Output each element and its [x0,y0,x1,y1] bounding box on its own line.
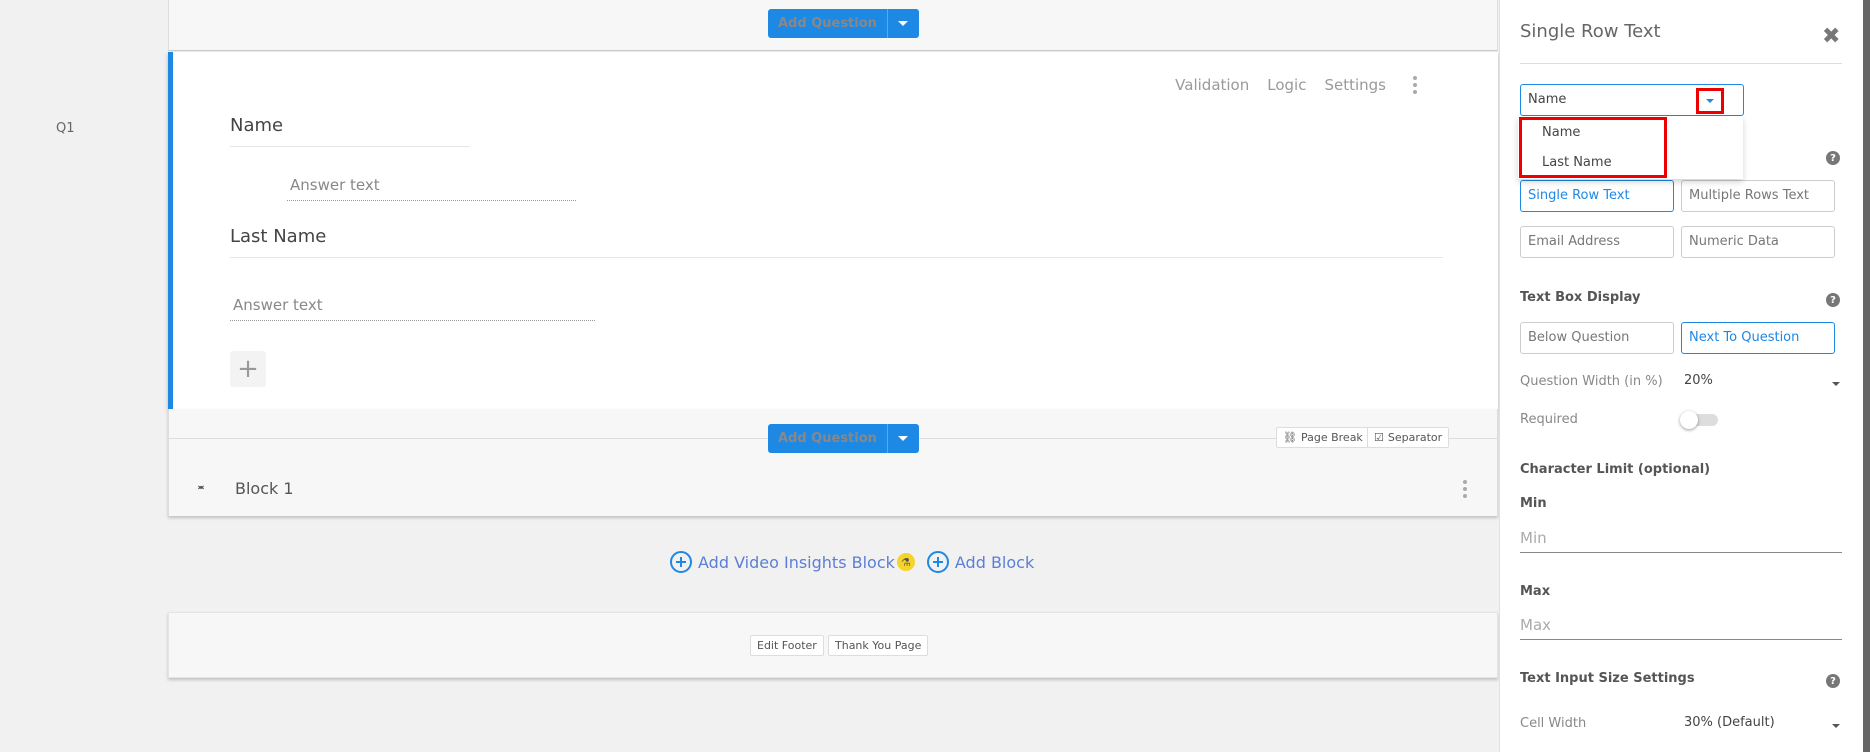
required-toggle[interactable] [1680,411,1718,429]
plus-circle-icon [670,551,692,573]
answer-input-name[interactable]: Answer text [287,176,576,201]
min-input[interactable] [1520,527,1842,553]
chevron-down-icon[interactable] [888,424,919,453]
type-numeric-data[interactable]: Numeric Data [1681,226,1835,258]
field-select-menu: Name Last Name [1518,116,1743,179]
help-icon[interactable]: ? [1826,151,1840,165]
scrollbar[interactable] [1863,0,1870,752]
chevron-down-icon[interactable] [1832,724,1840,728]
answer-input-last-name[interactable]: Answer text [230,296,595,321]
plus-icon: + [237,354,259,384]
dropdown-toggle-highlighted[interactable] [1696,88,1724,114]
edit-footer-button[interactable]: Edit Footer [750,635,824,656]
add-block-link[interactable]: Add Block [926,551,1035,573]
cell-width-select[interactable]: 30% (Default) [1684,715,1775,730]
add-video-insights-label: Add Video Insights Block [698,552,895,572]
help-icon[interactable]: ? [1826,674,1840,688]
question-title-name[interactable]: Name [230,115,470,147]
add-question-button[interactable]: Add Question [768,9,919,38]
question-width-label: Question Width (in %) [1520,374,1663,389]
block-title[interactable]: Block 1 [235,479,294,498]
type-email-address[interactable]: Email Address [1520,226,1674,258]
type-single-row-text[interactable]: Single Row Text [1520,180,1674,212]
top-add-question-bar: Add Question [168,0,1498,51]
toggle-knob [1680,411,1698,429]
text-box-display-title: Text Box Display [1520,290,1641,305]
thank-you-page-button[interactable]: Thank You Page [828,635,929,656]
max-input[interactable] [1520,614,1842,640]
question-toolbar: Validation Logic Settings [1175,76,1386,94]
add-question-button-2[interactable]: Add Question [768,424,919,453]
separator-button[interactable]: ☑ Separator [1367,427,1450,448]
flask-icon: ⚗ [896,553,915,571]
page-break-button[interactable]: ⛓ Page Break [1276,427,1370,448]
settings-link[interactable]: Settings [1324,76,1386,94]
option-name[interactable]: Name [1542,125,1580,140]
collapse-icon[interactable]: ⌄ ⌃ [195,478,207,499]
block-area: Add Question ⛓ Page Break ☑ Separator ⌄ ⌃… [168,409,1498,516]
chevron-down-icon[interactable] [888,9,919,38]
question-number: Q1 [56,121,75,136]
logic-link[interactable]: Logic [1267,76,1306,94]
display-below-question[interactable]: Below Question [1520,322,1674,354]
add-block-label: Add Block [954,552,1035,572]
help-icon[interactable]: ? [1826,293,1840,307]
question-title-last-name[interactable]: Last Name [230,226,1443,258]
plus-circle-icon [926,551,949,573]
settings-panel: Single Row Text ✖ ? Single Row Text Mult… [1499,0,1863,752]
footer-card: Edit Footer Thank You Page [168,612,1498,678]
character-limit-title: Character Limit (optional) [1520,462,1711,477]
more-options-icon[interactable] [1410,76,1420,94]
unlink-icon: ⛓ [1283,431,1297,444]
add-question-label: Add Question [768,9,888,38]
page-break-label: Page Break [1300,431,1363,444]
close-icon[interactable]: ✖ [1822,26,1840,48]
add-block-row: Add Video Insights Block ⚗ Add Block [670,551,1034,573]
validation-link[interactable]: Validation [1175,76,1249,94]
required-label: Required [1520,412,1578,427]
max-label: Max [1520,584,1551,599]
question-width-select[interactable]: 20% [1684,373,1713,388]
checkbox-icon: ☑ [1374,431,1384,444]
question-card[interactable]: Validation Logic Settings Name Answer te… [168,52,1498,409]
block-menu-icon[interactable] [1460,480,1470,498]
type-multiple-rows-text[interactable]: Multiple Rows Text [1681,180,1835,212]
add-question-label: Add Question [768,424,888,453]
text-input-size-title: Text Input Size Settings [1520,671,1695,686]
min-label: Min [1520,496,1547,511]
cell-width-label: Cell Width [1520,716,1587,731]
panel-title: Single Row Text [1520,21,1661,42]
separator-label: Separator [1387,431,1443,444]
display-next-to-question[interactable]: Next To Question [1681,322,1835,354]
add-field-button[interactable]: + [230,351,266,387]
option-last-name[interactable]: Last Name [1542,155,1612,170]
divider [1520,63,1842,64]
add-video-insights-block-link[interactable]: Add Video Insights Block ⚗ [670,551,915,573]
chevron-down-icon[interactable] [1832,382,1840,386]
